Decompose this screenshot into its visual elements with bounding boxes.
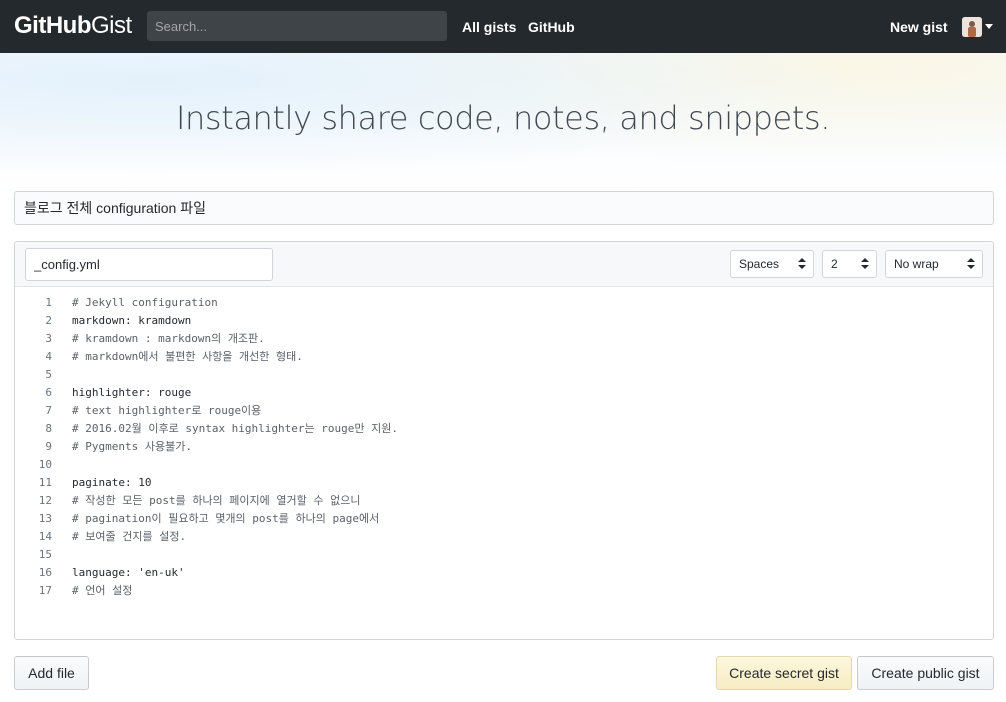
nav-all-gists[interactable]: All gists: [462, 17, 516, 37]
select-arrows-icon: [967, 258, 975, 270]
code-line[interactable]: 16 language: 'en-uk': [15, 564, 993, 582]
top-header: GitHubGist All gists GitHub New gist: [0, 0, 1006, 53]
code-editor[interactable]: 1 # Jekyll configuration 2 markdown: kramdo…: [15, 294, 993, 634]
line-number: 8: [45, 422, 52, 435]
hero-tagline: Instantly share code, notes, and snippet…: [176, 99, 830, 137]
indent-size-select[interactable]: 2: [822, 250, 877, 278]
line-number: 16: [38, 566, 52, 579]
code-text: markdown: kramdown: [72, 314, 192, 327]
code-text: # text highlighter로 rouge이용: [72, 404, 262, 417]
code-text: # 2016.02월 이후로 syntax highlighter는 rouge…: [72, 422, 398, 435]
line-number: 15: [38, 548, 52, 561]
line-number: 2: [45, 314, 52, 327]
select-arrows-icon: [861, 258, 869, 270]
code-text: # Pygments 사용불가.: [72, 440, 192, 453]
indent-mode-value: Spaces: [739, 257, 780, 271]
code-line[interactable]: 5: [15, 366, 993, 384]
code-line[interactable]: 13 # pagination이 필요하고 몇개의 post를 하나의 page에…: [15, 510, 993, 528]
search-input[interactable]: [147, 11, 447, 41]
code-text: # Jekyll configuration: [72, 296, 218, 309]
code-line[interactable]: 1 # Jekyll configuration: [15, 294, 993, 312]
code-text: language: 'en-uk': [72, 566, 185, 579]
code-text: # 언어 설정: [72, 584, 133, 597]
line-number: 6: [45, 386, 52, 399]
wrap-mode-select[interactable]: No wrap: [885, 250, 983, 278]
line-number: 12: [38, 494, 52, 507]
line-number: 17: [38, 584, 52, 597]
logo-gist-text: Gist: [90, 12, 132, 39]
line-number: 11: [38, 476, 52, 489]
code-text: highlighter: rouge: [72, 386, 192, 399]
code-line[interactable]: 7 # text highlighter로 rouge이용: [15, 402, 993, 420]
code-text: # 작성한 모든 post를 하나의 페이지에 열거할 수 없으니: [72, 494, 361, 507]
create-secret-gist-button[interactable]: Create secret gist: [716, 656, 852, 690]
add-file-button[interactable]: Add file: [14, 656, 89, 690]
code-line[interactable]: 15: [15, 546, 993, 564]
code-text: paginate: 10: [72, 476, 152, 489]
code-line[interactable]: 6 highlighter: rouge: [15, 384, 993, 402]
code-text: # 보여줄 건지를 설정.: [72, 530, 187, 543]
create-public-gist-button[interactable]: Create public gist: [857, 656, 994, 690]
code-line[interactable]: 8 # 2016.02월 이후로 syntax highlighter는 roug…: [15, 420, 993, 438]
filename-input[interactable]: [25, 248, 273, 281]
wrap-mode-value: No wrap: [894, 257, 939, 271]
github-gist-logo[interactable]: GitHubGist: [14, 11, 132, 41]
hero-banner: Instantly share code, notes, and snippet…: [0, 53, 1006, 193]
line-number: 14: [38, 530, 52, 543]
file-header-bar: Spaces 2 No wrap: [15, 242, 993, 287]
code-line[interactable]: 10: [15, 456, 993, 474]
line-number: 4: [45, 350, 52, 363]
line-number: 10: [38, 458, 52, 471]
nav-new-gist[interactable]: New gist: [890, 17, 948, 37]
code-line[interactable]: 14 # 보여줄 건지를 설정.: [15, 528, 993, 546]
code-line[interactable]: 3 # kramdown : markdown의 개조판.: [15, 330, 993, 348]
nav-github[interactable]: GitHub: [528, 17, 575, 37]
code-line[interactable]: 12 # 작성한 모든 post를 하나의 페이지에 열거할 수 없으니: [15, 492, 993, 510]
code-text: # markdown에서 불편한 사항을 개선한 형태.: [72, 350, 303, 363]
select-arrows-icon: [798, 258, 806, 270]
logo-github-text: GitHub: [14, 12, 91, 39]
gist-description-input[interactable]: [14, 191, 994, 225]
line-number: 5: [45, 368, 52, 381]
gist-file-editor: Spaces 2 No wrap 1 # Jekyll configuration…: [14, 241, 994, 640]
user-menu[interactable]: [962, 17, 994, 37]
line-number: 9: [45, 440, 52, 453]
code-line[interactable]: 11 paginate: 10: [15, 474, 993, 492]
code-text: # pagination이 필요하고 몇개의 post를 하나의 page에서: [72, 512, 380, 525]
line-number: 1: [45, 296, 52, 309]
code-line[interactable]: 4 # markdown에서 불편한 사항을 개선한 형태.: [15, 348, 993, 366]
indent-mode-select[interactable]: Spaces: [730, 250, 814, 278]
code-text: # kramdown : markdown의 개조판.: [72, 332, 265, 345]
avatar-person-icon: [962, 17, 982, 37]
code-line[interactable]: 9 # Pygments 사용불가.: [15, 438, 993, 456]
avatar: [962, 17, 982, 37]
indent-size-value: 2: [831, 257, 838, 271]
caret-down-icon: [985, 24, 993, 29]
line-number: 13: [38, 512, 52, 525]
line-number: 7: [45, 404, 52, 417]
line-number: 3: [45, 332, 52, 345]
code-line[interactable]: 2 markdown: kramdown: [15, 312, 993, 330]
code-line[interactable]: 17 # 언어 설정: [15, 582, 993, 600]
